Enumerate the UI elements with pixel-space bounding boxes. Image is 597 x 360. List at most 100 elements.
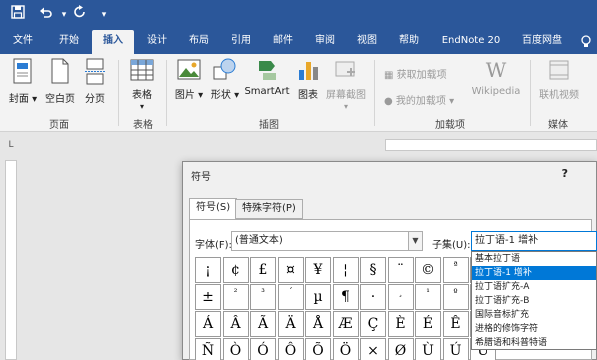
symbol-cell[interactable]: µ bbox=[305, 284, 331, 310]
pictures-button[interactable]: 图片 ▾ bbox=[174, 58, 204, 101]
screenshot-button[interactable]: 屏幕截图 ▾ bbox=[325, 58, 367, 112]
symbol-cell[interactable]: Õ bbox=[305, 338, 331, 360]
subset-option[interactable]: 国际音标扩充 bbox=[472, 308, 596, 322]
my-addins-button[interactable]: ● 我的加载项 ▾ bbox=[384, 92, 454, 107]
subset-option[interactable]: 拉丁语-1 增补 bbox=[472, 266, 596, 280]
symbol-cell[interactable]: Ù bbox=[415, 338, 441, 360]
customize-arrow-icon[interactable]: ▾ bbox=[94, 5, 114, 25]
symbol-cell[interactable]: Á bbox=[195, 311, 221, 337]
subset-option[interactable]: 拉丁语扩充-B bbox=[472, 294, 596, 308]
symbol-cell[interactable]: Ê bbox=[442, 311, 469, 337]
symbol-cell[interactable]: Ç bbox=[360, 311, 386, 337]
symbol-cell[interactable]: ¨ bbox=[387, 257, 414, 283]
tab-design[interactable]: 设计 bbox=[140, 30, 174, 54]
subset-option[interactable]: 基本拉丁语 bbox=[472, 252, 596, 266]
chart-button[interactable]: 图表 bbox=[294, 58, 322, 101]
symbol-cell[interactable]: Ö bbox=[332, 338, 359, 360]
lightbulb-icon[interactable] bbox=[578, 30, 594, 54]
symbol-cell[interactable]: × bbox=[360, 338, 386, 360]
horizontal-ruler[interactable] bbox=[385, 139, 597, 151]
symbol-cell[interactable]: ³ bbox=[250, 284, 276, 310]
font-select[interactable]: (普通文本) ▼ bbox=[231, 231, 423, 251]
cover-page-button[interactable]: 封面 ▾ bbox=[8, 58, 38, 105]
subset-dropdown-list: 基本拉丁语 拉丁语-1 增补 拉丁语扩充-A 拉丁语扩充-B 国际音标扩充 进格的修饰字符… bbox=[471, 251, 597, 350]
undo-icon[interactable] bbox=[36, 5, 56, 25]
symbol-cell[interactable]: £ bbox=[250, 257, 276, 283]
redo-icon[interactable] bbox=[70, 5, 90, 25]
symbol-cell[interactable]: ¹ bbox=[415, 284, 441, 310]
tab-review[interactable]: 审阅 bbox=[308, 30, 342, 54]
ribbon-separator bbox=[530, 60, 531, 126]
subset-select[interactable]: 拉丁语-1 增补 bbox=[471, 231, 597, 251]
blank-page-button[interactable]: 空白页 bbox=[42, 58, 78, 105]
symbol-cell[interactable]: © bbox=[415, 257, 441, 283]
symbol-cell[interactable]: ¡ bbox=[195, 257, 221, 283]
symbol-cell[interactable]: Â bbox=[222, 311, 249, 337]
subset-option[interactable]: 拉丁语扩充-A bbox=[472, 280, 596, 294]
symbol-cell[interactable]: Ñ bbox=[195, 338, 221, 360]
page-break-button[interactable]: 分页 bbox=[80, 58, 110, 105]
symbol-cell[interactable]: ¤ bbox=[277, 257, 304, 283]
symbol-cell[interactable]: ¦ bbox=[332, 257, 359, 283]
vertical-ruler[interactable] bbox=[5, 160, 17, 360]
symbol-cell[interactable]: É bbox=[415, 311, 441, 337]
symbol-cell[interactable]: Æ bbox=[332, 311, 359, 337]
symbol-cell[interactable]: Ò bbox=[222, 338, 249, 360]
symbol-cell[interactable]: Ú bbox=[442, 338, 469, 360]
tab-selector[interactable]: L bbox=[5, 139, 17, 151]
subset-option[interactable]: 希腊语和科普特语 bbox=[472, 336, 596, 350]
shapes-button[interactable]: 形状 ▾ bbox=[210, 58, 240, 101]
symbol-cell[interactable]: Ø bbox=[387, 338, 414, 360]
table-button[interactable]: 表格 ▾ bbox=[128, 58, 156, 112]
tab-view[interactable]: 视图 bbox=[350, 30, 384, 54]
tab-endnote[interactable]: EndNote 20 bbox=[436, 30, 506, 54]
symbol-cell[interactable]: ª bbox=[442, 257, 469, 283]
symbol-cell[interactable]: ¢ bbox=[222, 257, 249, 283]
pages-group-label: 页面 bbox=[49, 120, 69, 131]
online-video-button[interactable]: 联机视频 bbox=[536, 58, 582, 101]
tab-home[interactable]: 开始 bbox=[52, 30, 86, 54]
subset-label: 子集(U): bbox=[432, 240, 471, 251]
shapes-icon bbox=[213, 58, 236, 80]
symbol-cell[interactable]: Å bbox=[305, 311, 331, 337]
tab-symbols[interactable]: 符号(S) bbox=[189, 198, 238, 220]
symbol-cell[interactable]: ´ bbox=[277, 284, 304, 310]
symbol-cell[interactable]: ¥ bbox=[305, 257, 331, 283]
symbol-cell[interactable]: ¶ bbox=[332, 284, 359, 310]
page-break-icon bbox=[85, 58, 105, 85]
symbol-cell[interactable]: ¸ bbox=[387, 284, 414, 310]
tab-baidu-netdisk[interactable]: 百度网盘 bbox=[514, 30, 570, 54]
symbol-cell[interactable]: § bbox=[360, 257, 386, 283]
get-addins-button[interactable]: ▦ 获取加载项 bbox=[384, 66, 447, 81]
tab-references[interactable]: 引用 bbox=[224, 30, 258, 54]
table-icon bbox=[130, 59, 154, 81]
tab-special-characters[interactable]: 特殊字符(P) bbox=[235, 199, 303, 219]
symbol-cell[interactable]: º bbox=[442, 284, 469, 310]
save-icon[interactable] bbox=[8, 5, 28, 25]
illustrations-group-label: 插图 bbox=[259, 120, 279, 131]
wikipedia-button[interactable]: W Wikipedia bbox=[470, 58, 522, 97]
symbol-cell[interactable]: Ä bbox=[277, 311, 304, 337]
subset-option[interactable]: 进格的修饰字符 bbox=[472, 322, 596, 336]
tab-file[interactable]: 文件 bbox=[6, 30, 40, 54]
symbol-cell[interactable]: · bbox=[360, 284, 386, 310]
cover-page-icon bbox=[13, 58, 32, 84]
symbol-cell[interactable]: Ã bbox=[250, 311, 276, 337]
tab-help[interactable]: 帮助 bbox=[392, 30, 426, 54]
online-video-icon bbox=[549, 60, 569, 80]
addins-group-label: 加载项 bbox=[435, 120, 465, 131]
ribbon-separator bbox=[374, 60, 375, 126]
ribbon-separator bbox=[118, 60, 119, 126]
symbol-cell[interactable]: Ó bbox=[250, 338, 276, 360]
addins-icon: ● bbox=[384, 96, 393, 107]
smartart-button[interactable]: SmartArt bbox=[244, 58, 290, 97]
symbol-cell[interactable]: È bbox=[387, 311, 414, 337]
symbol-cell[interactable]: ± bbox=[195, 284, 221, 310]
tab-mailings[interactable]: 邮件 bbox=[266, 30, 300, 54]
help-button[interactable]: ? bbox=[562, 167, 568, 180]
tab-layout[interactable]: 布局 bbox=[182, 30, 216, 54]
symbol-cell[interactable]: Ô bbox=[277, 338, 304, 360]
chevron-down-icon[interactable]: ▼ bbox=[408, 232, 422, 250]
tab-insert[interactable]: 插入 bbox=[92, 30, 134, 54]
symbol-cell[interactable]: ² bbox=[222, 284, 249, 310]
